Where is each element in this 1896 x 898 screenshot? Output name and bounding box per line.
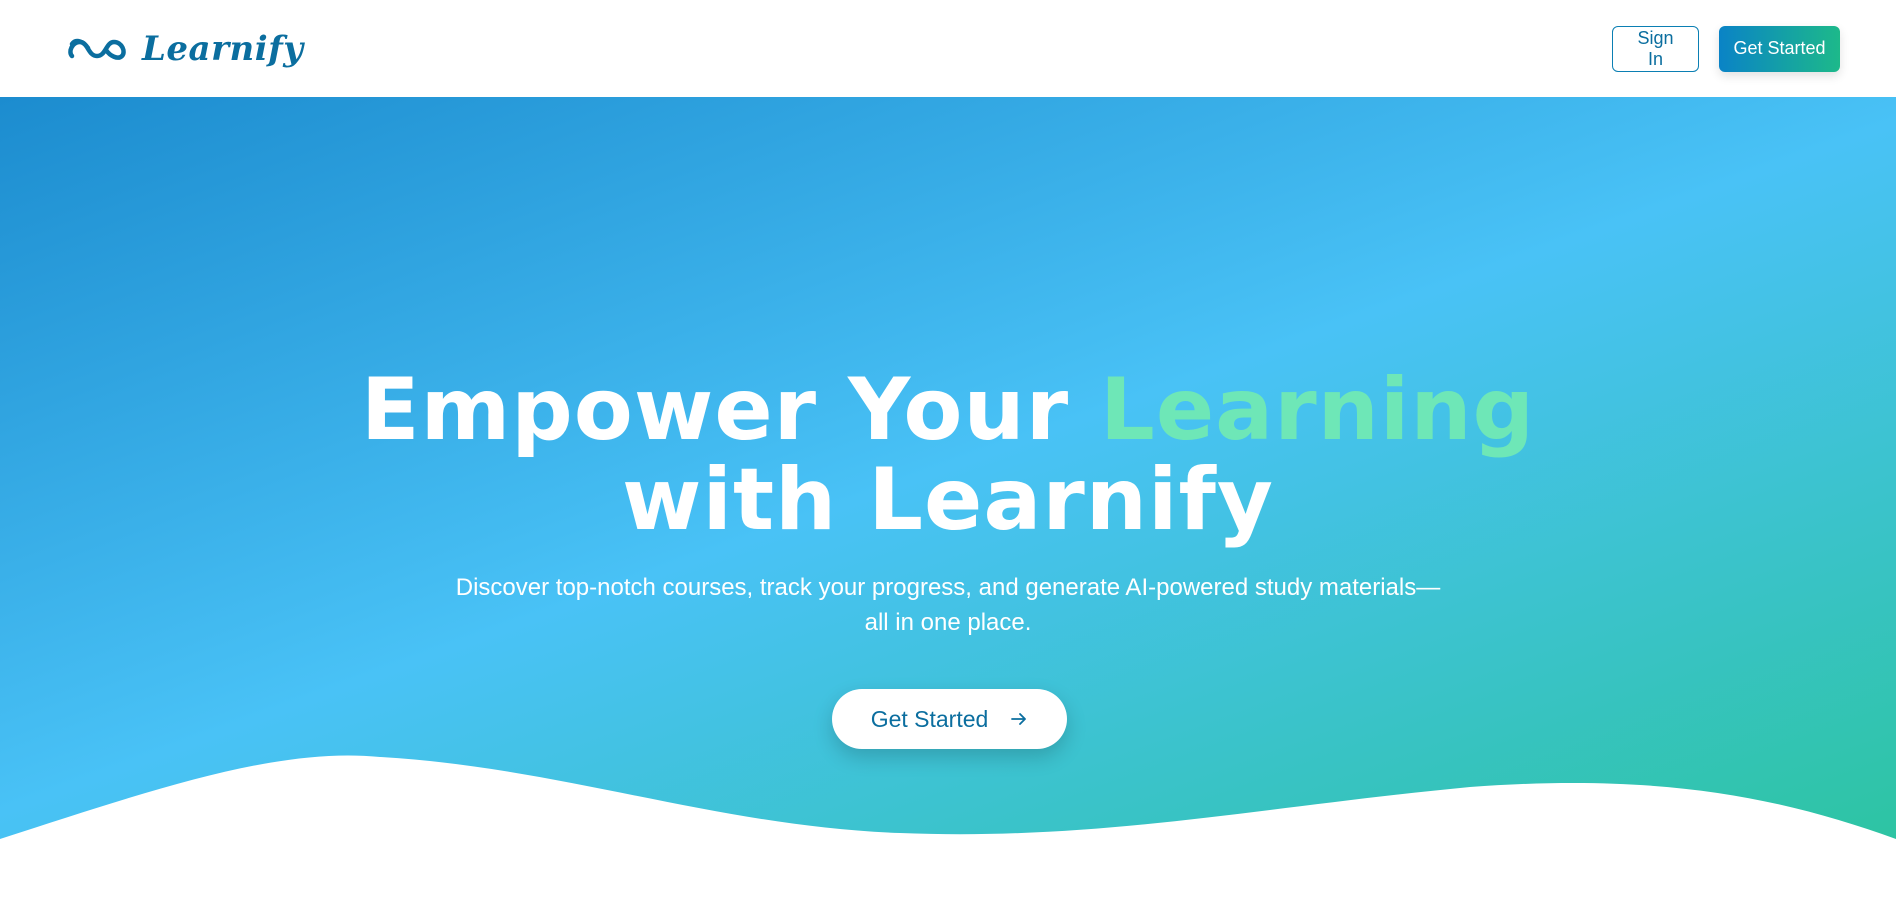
- hero-title: Empower Your Learning with Learnify: [0, 365, 1896, 545]
- top-navbar: Learnify Sign In Get Started: [0, 0, 1896, 97]
- sign-in-button[interactable]: Sign In: [1612, 25, 1699, 72]
- hero-section: Empower Your Learning with Learnify Disc…: [0, 97, 1896, 898]
- infinity-icon: [68, 38, 126, 60]
- hero-title-part2: with Learnify: [622, 450, 1274, 550]
- arrow-right-icon: [1011, 713, 1027, 725]
- hero-subtitle: Discover top-notch courses, track your p…: [455, 574, 1441, 636]
- brand-logo[interactable]: Learnify: [66, 29, 304, 69]
- get-started-nav-button[interactable]: Get Started: [1719, 25, 1840, 72]
- hero-title-part1: Empower Your: [360, 360, 1101, 460]
- nav-actions: Sign In Get Started: [1612, 25, 1840, 72]
- brand-name: Learnify: [142, 28, 304, 69]
- hero-title-accent: Learning: [1100, 360, 1536, 460]
- get-started-hero-label: Get Started: [870, 705, 989, 732]
- get-started-hero-button[interactable]: Get Started: [832, 689, 1067, 749]
